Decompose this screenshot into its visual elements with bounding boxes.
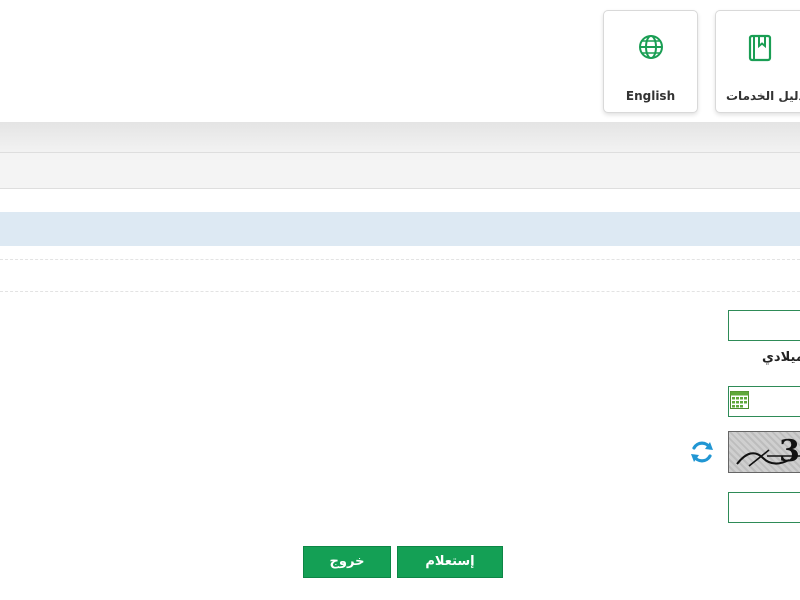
english-label: English	[625, 89, 676, 103]
id-number-input[interactable]	[728, 310, 800, 341]
date-type-label: ميلادي	[762, 350, 800, 365]
header-divider	[0, 122, 800, 152]
inquiry-button[interactable]: إستعلام	[397, 546, 503, 578]
captcha-text: 3	[779, 434, 800, 469]
language-switch-card[interactable]: English	[603, 10, 698, 113]
captcha-input[interactable]	[728, 492, 800, 523]
page: English دليل الخدمات ميلادي 3 إستعلام خر…	[0, 0, 800, 600]
section-divider	[0, 259, 800, 260]
captcha-image: 3	[728, 431, 800, 473]
info-banner	[0, 212, 800, 246]
exit-button[interactable]: خروج	[303, 546, 391, 578]
breadcrumb-bar	[0, 152, 800, 189]
refresh-icon[interactable]	[689, 439, 715, 465]
services-guide-label: دليل الخدمات	[726, 89, 800, 103]
services-guide-card[interactable]: دليل الخدمات	[715, 10, 800, 113]
section-divider	[0, 291, 800, 292]
book-icon	[746, 33, 774, 67]
calendar-icon[interactable]	[730, 391, 749, 409]
globe-icon	[604, 33, 697, 65]
